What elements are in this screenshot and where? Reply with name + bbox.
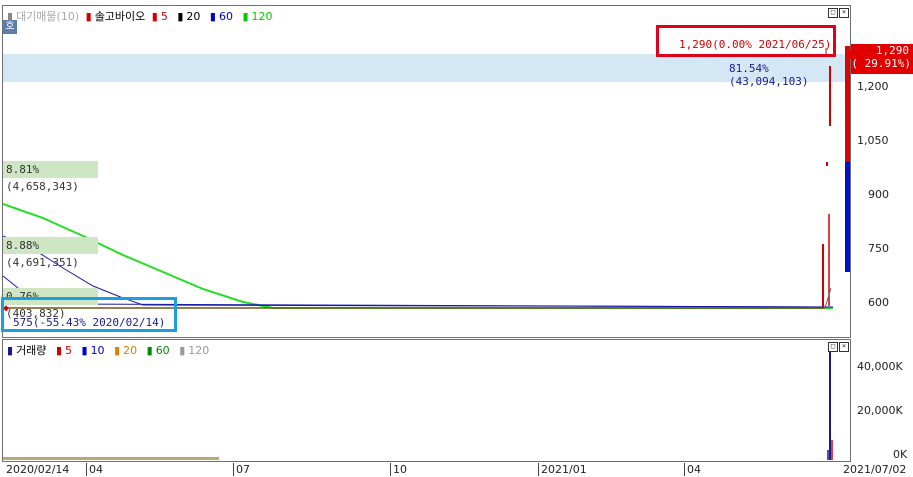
x-tick-04: 04 [86,463,103,476]
series-name[interactable]: 솔고바이오 [95,10,146,23]
vol-ma120-legend[interactable]: ▮ 120 [179,344,212,357]
series-legend[interactable]: ▮ [86,10,92,23]
current-price-tag: 1,290 ( 29.91%) [851,44,913,74]
ma120-legend[interactable]: ▮ 120 [242,10,275,23]
volume-legend: ▮ 거래량 ▮ 5 ▮ 10 ▮ 20 ▮ 60 ▮ 120 [7,342,215,358]
x-tick-start: 2020/02/14 [6,463,70,476]
max-highlight-box [656,25,836,57]
price-legend: ▮ 대기매물(10) ▮ 솔고바이오 ▮ 5 ▮ 20 ▮ 60 ▮ 120 [7,8,279,24]
current-price-change: ( 29.91%) [851,57,911,70]
toggle-button[interactable]: 호 [3,20,17,34]
price-tick-600: 600 [868,296,889,309]
x-tick-04b: 04 [684,463,701,476]
volume-maximize-icon[interactable]: □ [828,342,838,352]
volume-pane[interactable]: ▮ 거래량 ▮ 5 ▮ 10 ▮ 20 ▮ 60 ▮ 120 □ × [2,339,851,462]
ma5-spike [824,287,832,309]
ma20-legend[interactable]: ▮ 20 [177,10,203,23]
x-tick-10: 10 [390,463,407,476]
volume-profile-legend[interactable]: 대기매물(10) [16,10,79,23]
vp-label-2: 8.81% (4,658,343) [3,161,98,193]
price-tick-750: 750 [868,242,889,255]
ma5-legend[interactable]: ▮ 5 [152,10,171,23]
volume-tick-20000k: 20,000K [857,404,903,417]
maximize-icon[interactable]: □ [828,8,838,18]
price-tick-1200: 1,200 [857,80,889,93]
x-tick-07: 07 [233,463,250,476]
volume-chart [3,352,833,460]
vol-ma60-legend[interactable]: ▮ 60 [147,344,173,357]
x-tick-2021-01: 2021/01 [538,463,587,476]
x-axis-line [2,461,850,462]
current-blue-bar [845,162,850,272]
volume-close-icon[interactable]: × [839,342,849,352]
vp-label-top: 81.54% (43,094,103) [729,62,809,88]
ma120-line [3,203,833,309]
ma60-legend[interactable]: ▮ 60 [210,10,236,23]
price-tick-900: 900 [868,188,889,201]
price-tick-1050: 1,050 [857,134,889,147]
vol-ma10-legend[interactable]: ▮ 10 [82,344,108,357]
min-highlight-box [1,297,177,332]
current-price-pointer [845,49,851,59]
vol-ma20-legend[interactable]: ▮ 20 [114,344,140,357]
volume-profile-bar-top [3,54,850,82]
vp-label-3: 8.88% (4,691,351) [3,237,98,269]
volume-legend-name[interactable]: ▮ 거래량 [7,344,49,357]
close-icon[interactable]: × [839,8,849,18]
volume-low-band [3,457,219,460]
volume-tick-40000k: 40,000K [857,360,903,373]
current-price-value: 1,290 [875,44,909,57]
vol-ma5-legend[interactable]: ▮ 5 [56,344,75,357]
volume-tick-0k: 0K [893,448,908,461]
x-tick-end: 2021/07/02 [843,463,907,476]
